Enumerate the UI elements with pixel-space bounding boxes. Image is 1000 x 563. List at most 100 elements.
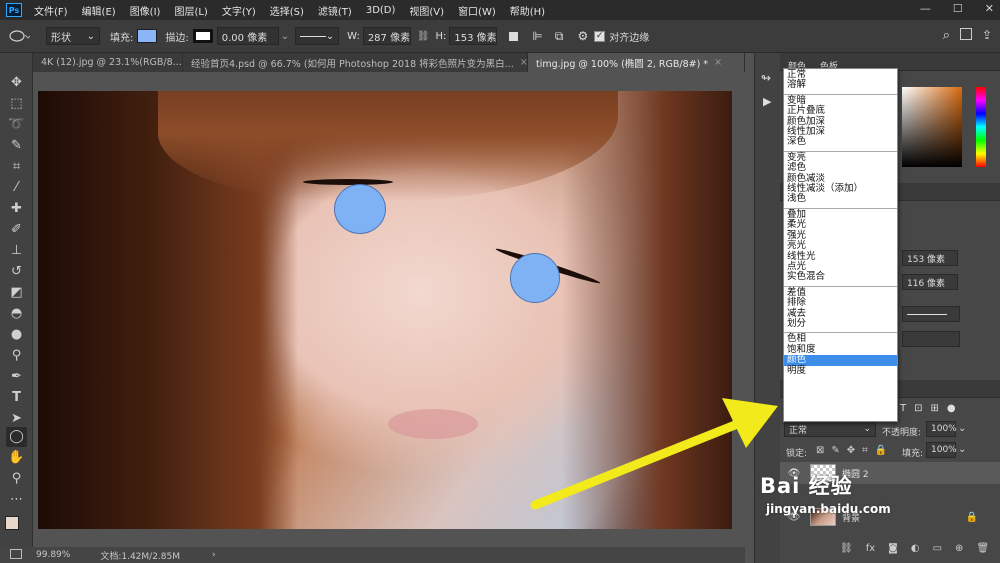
ellipse-shape-right-eye[interactable] [510,253,560,303]
blend-option[interactable]: 颜色 [784,354,897,366]
type-filter-icon[interactable]: T [900,403,906,414]
adjustment-layer-icon[interactable]: ◐ [911,543,920,554]
share-icon[interactable]: ⇪ [982,28,992,42]
blend-option[interactable]: 深色 [787,137,897,148]
marquee-tool-icon[interactable]: ⬚ [6,94,27,114]
align-edges-checkbox[interactable]: ✓ [594,30,606,42]
tab-timg[interactable]: timg.jpg @ 100% (椭圆 2, RGB/8#) * × [528,53,745,72]
blur-tool-icon[interactable]: ● [6,325,27,345]
new-group-icon[interactable]: ▭ [933,543,942,554]
blend-option[interactable]: 实色混合 [787,271,897,282]
history-panel-icon[interactable]: ↬ [761,71,771,85]
delete-layer-icon[interactable]: 🗑 [976,543,989,554]
link-icon[interactable]: ⛓ [417,31,430,42]
stroke-color-swatch[interactable] [192,29,213,43]
crop-tool-icon[interactable]: ⌗ [6,157,27,177]
lock-artboard-icon[interactable]: ⌗ [862,445,868,456]
blend-option[interactable]: 明度 [787,365,897,376]
close-icon[interactable]: × [714,57,722,68]
menu-file[interactable]: 文件(F) [34,3,68,18]
lock-transparent-icon[interactable]: ⊠ [816,445,824,456]
healing-brush-tool-icon[interactable]: ✚ [6,199,27,219]
menu-filter[interactable]: 滤镜(T) [318,3,352,18]
properties-corner-select[interactable] [902,331,960,347]
path-selection-tool-icon[interactable]: ➤ [6,409,27,429]
menu-type[interactable]: 文字(Y) [222,3,256,18]
layer-style-fx[interactable]: fx [866,543,875,554]
menu-view[interactable]: 视图(V) [409,3,444,18]
gear-icon[interactable]: ⚙ [577,29,588,43]
menu-window[interactable]: 窗口(W) [458,3,496,18]
blend-option[interactable]: 浅色 [787,194,897,205]
path-arrangement-icon[interactable]: ⧉ [555,29,564,44]
menu-image[interactable]: 图像(I) [130,3,161,18]
path-alignment-icon[interactable]: ⊫ [532,29,542,43]
shape-filter-icon[interactable]: ⊡ [914,403,922,414]
blend-option[interactable]: 划分 [787,318,897,329]
lasso-tool-icon[interactable]: ➰ [6,115,27,135]
lock-position-icon[interactable]: ✥ [847,445,855,456]
type-tool-icon[interactable]: T [6,388,27,408]
menu-3d[interactable]: 3D(D) [366,5,396,16]
zoom-tool-icon[interactable]: ⚲ [6,469,27,489]
tool-preset-picker[interactable] [8,29,30,43]
paint-bucket-tool-icon[interactable]: ◓ [6,304,27,324]
workspace-icon[interactable] [960,28,972,40]
menu-edit[interactable]: 编辑(E) [82,3,116,18]
brush-tool-icon[interactable]: ✐ [6,220,27,240]
properties-stroke-style[interactable] [902,306,960,322]
ellipse-shape-left-eye[interactable] [334,184,386,234]
clone-stamp-tool-icon[interactable]: ⊥ [6,241,27,261]
tab-jingyan-shouye4[interactable]: 经验首页4.psd @ 66.7% (如何用 Photoshop 2018 将彩… [183,53,528,72]
actions-play-icon[interactable]: ▶ [763,95,771,108]
move-tool-icon[interactable]: ✥ [6,73,27,93]
blend-option[interactable]: 排除 [787,297,897,308]
smart-object-filter-icon[interactable]: ⊞ [931,403,939,414]
properties-w-input[interactable]: 153 像素 [902,250,958,266]
eyedropper-tool-icon[interactable]: ⁄ [6,178,27,198]
menu-help[interactable]: 帮助(H) [510,3,545,18]
close-button[interactable]: ✕ [985,2,994,15]
stroke-type-select[interactable]: ⌄ [295,27,340,45]
blend-option[interactable]: 亮光 [787,240,897,251]
blend-mode-select[interactable]: 正常 ⌄ [784,421,876,437]
width-input[interactable]: 287 像素 [362,27,411,45]
link-layers-icon[interactable]: ⛓ [840,543,853,554]
blend-mode-dropdown[interactable]: 正常 溶解 变暗 正片叠底 颜色加深 线性加深 深色 变亮 滤色 颜色减淡 线性减淡（添加） 浅色 叠加… [783,68,898,422]
lock-all-icon[interactable]: 🔒 [875,445,887,456]
status-menu-arrow[interactable]: › [212,550,216,560]
foreground-color-swatch[interactable] [5,516,19,530]
properties-h-input[interactable]: 116 像素 [902,274,958,290]
color-picker-field[interactable] [902,87,962,167]
screen-mode-icon[interactable] [10,549,22,559]
close-icon[interactable]: × [520,57,527,68]
search-icon[interactable]: ⌕ [943,28,950,43]
history-brush-tool-icon[interactable]: ↺ [6,262,27,282]
maximize-button[interactable]: ☐ [953,2,963,15]
lock-pixels-icon[interactable]: ✎ [831,445,839,456]
hue-slider[interactable] [976,87,986,167]
hand-tool-icon[interactable]: ✋ [6,448,27,468]
pen-tool-icon[interactable]: ✒ [6,367,27,387]
stroke-width-input[interactable]: 0.00 像素 [216,27,279,45]
menu-select[interactable]: 选择(S) [270,3,304,18]
height-input[interactable]: 153 像素 [449,27,498,45]
quick-selection-tool-icon[interactable]: ✎ [6,136,27,156]
menu-layer[interactable]: 图层(L) [174,3,207,18]
eraser-tool-icon[interactable]: ◩ [6,283,27,303]
ellipse-tool-icon[interactable]: ◯ [6,427,27,447]
opacity-input[interactable]: 100% [926,421,957,437]
chevron-down-icon[interactable]: ⌄ [958,444,966,455]
blend-option[interactable]: 溶解 [787,79,897,90]
dodge-tool-icon[interactable]: ⚲ [6,346,27,366]
fill-color-swatch[interactable] [137,29,158,43]
path-operations-icon[interactable] [509,31,519,41]
filter-toggle-icon[interactable]: ● [947,403,956,414]
tab-4k-12[interactable]: 4K (12).jpg @ 23.1%(RGB/8...× [33,53,183,72]
new-layer-icon[interactable]: ⊕ [955,543,963,554]
photo-canvas[interactable] [38,91,732,529]
chevron-down-icon[interactable]: ⌄ [281,31,289,42]
fill-input[interactable]: 100% [926,442,957,458]
chevron-down-icon[interactable]: ⌄ [958,423,966,434]
more-tools-icon[interactable]: ⋯ [6,490,27,510]
